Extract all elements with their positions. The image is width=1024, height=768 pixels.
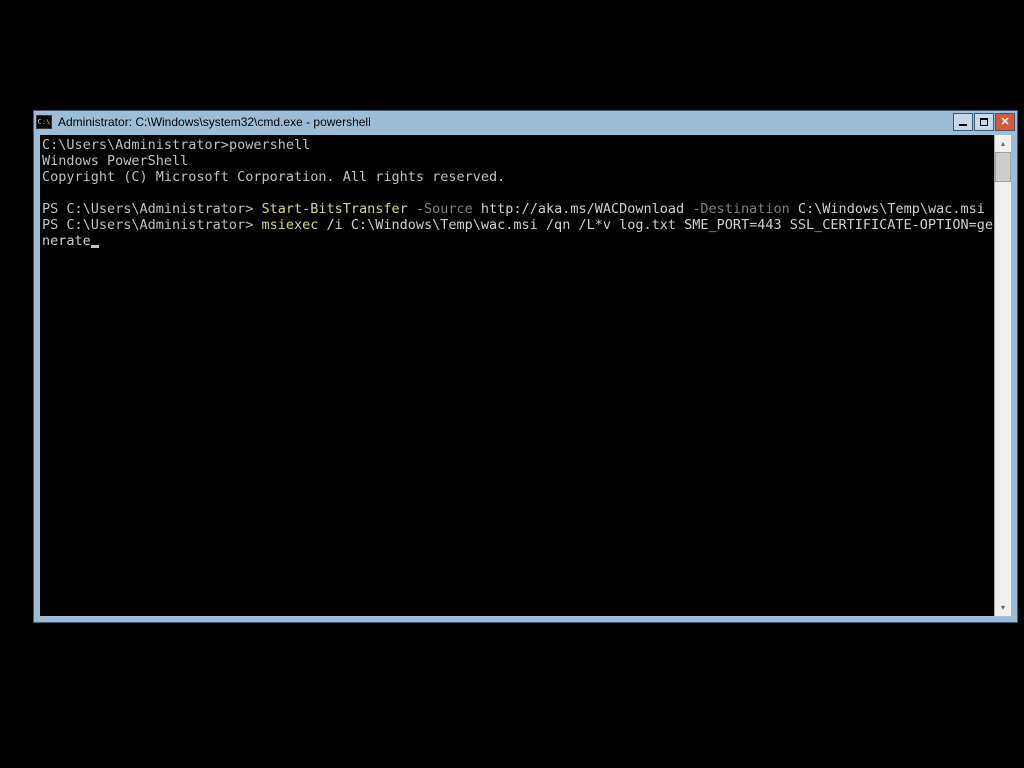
ps-prompt: PS C:\Users\Administrator> xyxy=(42,201,261,217)
terminal-wrapper: C:\Users\Administrator>powershellWindows… xyxy=(40,135,1011,616)
titlebar[interactable]: C:\ Administrator: C:\Windows\system32\c… xyxy=(34,111,1017,133)
scroll-up-button[interactable]: ▴ xyxy=(995,135,1011,152)
ps-prompt: PS C:\Users\Administrator> xyxy=(42,217,261,233)
ps-cmdlet: msiexec xyxy=(261,217,318,233)
ps-param: -Source xyxy=(408,201,481,217)
cmd-text: powershell xyxy=(229,137,310,153)
ps-arg: http://aka.ms/WACDownload xyxy=(481,201,684,217)
terminal-output[interactable]: C:\Users\Administrator>powershellWindows… xyxy=(40,135,994,616)
minimize-button[interactable] xyxy=(953,113,973,131)
window-controls: ✕ xyxy=(953,113,1015,131)
output-line: Copyright (C) Microsoft Corporation. All… xyxy=(42,169,994,185)
ps-param: -Destination xyxy=(684,201,798,217)
scroll-thumb[interactable] xyxy=(995,152,1011,182)
close-button[interactable]: ✕ xyxy=(995,113,1015,131)
maximize-button[interactable] xyxy=(974,113,994,131)
cmd-icon: C:\ xyxy=(36,115,52,129)
output-line: Windows PowerShell xyxy=(42,153,994,169)
cmd-prompt: C:\Users\Administrator> xyxy=(42,137,229,153)
cursor-icon xyxy=(91,245,99,248)
scroll-track[interactable] xyxy=(995,152,1011,599)
ps-cmdlet: Start-BitsTransfer xyxy=(261,201,407,217)
terminal-window: C:\ Administrator: C:\Windows\system32\c… xyxy=(33,110,1018,623)
window-title: Administrator: C:\Windows\system32\cmd.e… xyxy=(58,115,953,129)
scrollbar[interactable]: ▴ ▾ xyxy=(994,135,1011,616)
scroll-down-button[interactable]: ▾ xyxy=(995,599,1011,616)
ps-arg: C:\Windows\Temp\wac.msi xyxy=(798,201,985,217)
